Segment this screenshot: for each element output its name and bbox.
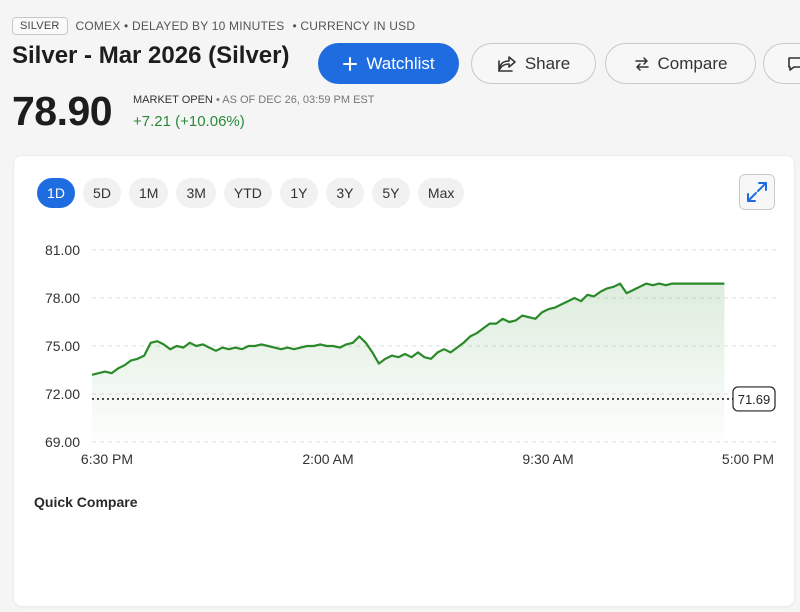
page-title: Silver - Mar 2026 (Silver) [12, 42, 290, 69]
current-price: 78.90 [12, 88, 113, 134]
y-tick-label: 75.00 [45, 338, 80, 354]
x-tick-label: 9:30 AM [522, 451, 573, 467]
share-label: Share [524, 53, 571, 73]
series-area [92, 283, 725, 442]
y-tick-label: 69.00 [45, 434, 80, 450]
exchange-info: COMEX • DELAYED BY 10 MINUTES [75, 19, 285, 33]
watchlist-label: Watchlist [366, 53, 435, 73]
previous-close-label: 71.69 [738, 392, 771, 407]
price-chart[interactable]: 81.00 78.00 75.00 72.00 69.006:30 PM 2:00 AM 9… [14, 156, 794, 486]
quote-meta-line: SILVER COMEX • DELAYED BY 10 MINUTES • C… [12, 17, 415, 35]
plus-icon [343, 56, 358, 71]
comment-icon [788, 56, 800, 71]
y-tick-label: 72.00 [45, 386, 80, 402]
as-of-timestamp: • AS OF DEC 26, 03:59 PM EST [215, 94, 375, 106]
price-change: +7.21 (+10.06%) [133, 113, 245, 130]
market-open-label: MARKET OPEN [133, 94, 213, 106]
watchlist-button[interactable]: Watchlist [318, 43, 459, 84]
compare-label: Compare [657, 53, 728, 73]
swap-arrows-icon [634, 56, 649, 71]
comment-button[interactable] [763, 43, 800, 84]
compare-button[interactable]: Compare [605, 43, 756, 84]
ticker-badge: SILVER [12, 17, 68, 35]
y-tick-label: 81.00 [45, 242, 80, 258]
share-button[interactable]: Share [471, 43, 596, 84]
currency-info: • CURRENCY IN USD [292, 19, 416, 33]
y-tick-label: 78.00 [45, 290, 80, 306]
title-row: Silver - Mar 2026 (Silver) [12, 42, 289, 70]
chart-card: 1D 5D 1M 3M YTD 1Y 3Y 5Y Max 81.00 78.00 75.00 72.0… [14, 156, 794, 606]
share-icon [498, 55, 516, 72]
x-tick-label: 2:00 AM [302, 451, 353, 467]
x-tick-label: 6:30 PM [81, 451, 133, 467]
market-status: MARKET OPEN • AS OF DEC 26, 03:59 PM EST [133, 94, 374, 106]
x-tick-label: 5:00 PM [722, 451, 774, 467]
quick-compare-heading: Quick Compare [34, 494, 138, 510]
